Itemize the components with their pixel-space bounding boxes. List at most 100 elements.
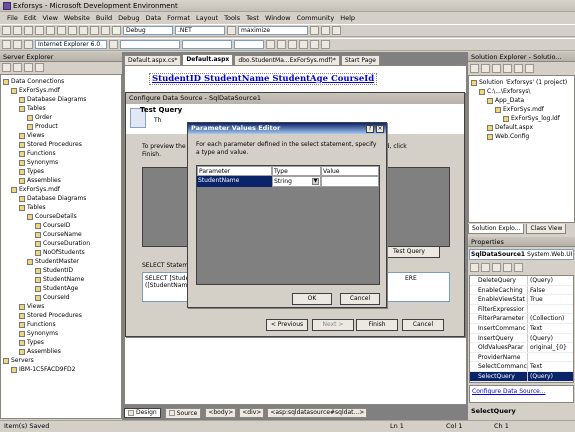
font-size-select[interactable] bbox=[234, 40, 264, 49]
server-explorer-tree-item[interactable]: StudentID bbox=[1, 266, 121, 275]
align-left-icon[interactable] bbox=[299, 40, 308, 49]
property-row[interactable]: EnableViewStat True bbox=[470, 295, 573, 305]
italic-icon[interactable] bbox=[13, 40, 22, 49]
server-explorer-tree-item[interactable]: Servers bbox=[1, 356, 121, 365]
ok-button[interactable]: OK bbox=[292, 293, 332, 305]
breadcrumb-item-0[interactable]: <body> bbox=[205, 407, 237, 418]
solution-tree-item[interactable]: Solution 'Exforsys' (1 project) bbox=[469, 78, 574, 87]
font-name-select[interactable] bbox=[182, 40, 232, 49]
view-designer-icon[interactable] bbox=[525, 64, 534, 73]
block-format-select[interactable] bbox=[120, 40, 180, 49]
server-explorer-tree-item[interactable]: Functions bbox=[1, 149, 121, 158]
parameter-grid[interactable]: Parameter Type Value StudentName String … bbox=[196, 165, 380, 285]
browser-select[interactable]: Internet Explorer 6.0 bbox=[35, 40, 107, 49]
start-debug-icon[interactable] bbox=[112, 26, 121, 35]
server-explorer-tree-item[interactable]: Data Connections bbox=[1, 77, 121, 86]
find-input[interactable]: maximize bbox=[238, 26, 308, 35]
find-icon[interactable] bbox=[227, 26, 236, 35]
property-row[interactable]: InsertQuery (Query) bbox=[470, 333, 573, 344]
align-right-icon[interactable] bbox=[321, 40, 330, 49]
help-icon[interactable]: ? bbox=[366, 125, 374, 133]
property-row[interactable]: FilterExpressior bbox=[470, 304, 573, 315]
validate-icon[interactable] bbox=[109, 40, 118, 49]
menu-website[interactable]: Website bbox=[64, 14, 90, 22]
menu-format[interactable]: Format bbox=[167, 14, 190, 22]
alphabetical-icon[interactable] bbox=[481, 263, 490, 272]
categorized-icon[interactable] bbox=[470, 263, 479, 272]
solution-explorer-icon[interactable] bbox=[310, 26, 319, 35]
new-project-icon[interactable] bbox=[2, 26, 11, 35]
properties-tb-icon[interactable] bbox=[470, 64, 479, 73]
view-in-browser-icon[interactable] bbox=[24, 40, 33, 49]
server-explorer-tree-item[interactable]: Order bbox=[1, 113, 121, 122]
server-explorer-tree-item[interactable]: IBM-1C5FACD9FD2 bbox=[1, 365, 121, 374]
menu-layout[interactable]: Layout bbox=[196, 14, 218, 22]
nest-files-icon[interactable] bbox=[503, 64, 512, 73]
doc-tab-3[interactable]: Start Page bbox=[340, 55, 380, 65]
open-file-icon[interactable] bbox=[24, 26, 33, 35]
design-tab[interactable]: Design bbox=[124, 407, 161, 418]
server-explorer-tree-item[interactable]: ExForSys.mdf bbox=[1, 185, 121, 194]
underline-icon[interactable] bbox=[288, 40, 297, 49]
menu-view[interactable]: View bbox=[42, 14, 57, 22]
server-explorer-tree-item[interactable]: Stored Procedures bbox=[1, 311, 121, 320]
view-code-icon[interactable] bbox=[514, 64, 523, 73]
solution-tree-item[interactable]: ExForSys.mdf bbox=[469, 105, 574, 114]
redo-icon[interactable] bbox=[101, 26, 110, 35]
solution-tree-item[interactable]: C:\...\Exforsys\ bbox=[469, 87, 574, 96]
test-query-button[interactable]: Test Query bbox=[378, 246, 440, 258]
server-explorer-tree-item[interactable]: Database Diagrams bbox=[1, 95, 121, 104]
properties-view-icon[interactable] bbox=[492, 263, 501, 272]
property-row[interactable]: InsertCommanc Text bbox=[470, 323, 573, 334]
events-icon[interactable] bbox=[503, 263, 512, 272]
server-explorer-tree-item[interactable]: StudentAge bbox=[1, 284, 121, 293]
server-explorer-tree-item[interactable]: StudentName bbox=[1, 275, 121, 284]
source-tab[interactable]: Source bbox=[164, 407, 202, 418]
property-row[interactable]: DeleteQuery (Query) bbox=[470, 276, 573, 286]
menu-help[interactable]: Help bbox=[340, 14, 355, 22]
server-explorer-tree-item[interactable]: CourseDuration bbox=[1, 239, 121, 248]
previous-button[interactable]: < Previous bbox=[266, 319, 308, 331]
property-row[interactable]: ProviderName bbox=[470, 352, 573, 363]
menu-tools[interactable]: Tools bbox=[224, 14, 240, 22]
stop-icon[interactable] bbox=[13, 63, 22, 72]
undo-icon[interactable] bbox=[90, 26, 99, 35]
menu-test[interactable]: Test bbox=[246, 14, 259, 22]
property-row[interactable]: OldValuesParar original_{0} bbox=[470, 343, 573, 353]
platform-select[interactable]: .NET bbox=[175, 26, 225, 35]
property-row[interactable]: EnableCaching False bbox=[470, 285, 573, 296]
tab-solution-explorer[interactable]: Solution Explo... bbox=[468, 224, 525, 234]
server-explorer-tree-item[interactable]: Stored Procedures bbox=[1, 140, 121, 149]
show-all-files-icon[interactable] bbox=[481, 64, 490, 73]
paste-icon[interactable] bbox=[79, 26, 88, 35]
server-explorer-tree-item[interactable]: Types bbox=[1, 167, 121, 176]
solution-tree-item[interactable]: Default.aspx bbox=[469, 123, 574, 132]
server-explorer-tree-item[interactable]: Database Diagrams bbox=[1, 194, 121, 203]
property-row[interactable]: SelectQuery (Query) bbox=[470, 371, 573, 382]
solution-tree-item[interactable]: Web.Config bbox=[469, 132, 574, 141]
config-select[interactable]: Debug bbox=[123, 26, 173, 35]
bold-text-icon[interactable] bbox=[266, 40, 275, 49]
server-explorer-tree-item[interactable]: Synonyms bbox=[1, 329, 121, 338]
menu-window[interactable]: Window bbox=[265, 14, 291, 22]
server-explorer-tree-item[interactable]: ExForSys.mdf bbox=[1, 86, 121, 95]
server-explorer-tree-item[interactable]: CourseId bbox=[1, 293, 121, 302]
breadcrumb-item-2[interactable]: <asp:sqldatasource#sqldat...> bbox=[267, 407, 368, 418]
chevron-down-icon[interactable]: ▼ bbox=[312, 178, 319, 185]
next-button[interactable]: Next > bbox=[312, 319, 354, 331]
param-cancel-button[interactable]: Cancel bbox=[340, 293, 380, 305]
server-explorer-tree-item[interactable]: CourseID bbox=[1, 221, 121, 230]
server-explorer-tree-item[interactable]: Assemblies bbox=[1, 176, 121, 185]
server-explorer-tree-item[interactable]: Types bbox=[1, 338, 121, 347]
close-icon[interactable]: × bbox=[376, 125, 384, 133]
connect-database-icon[interactable] bbox=[24, 63, 33, 72]
menu-data[interactable]: Data bbox=[146, 14, 162, 22]
menu-build[interactable]: Build bbox=[96, 14, 112, 22]
server-explorer-tree-item[interactable]: CourseName bbox=[1, 230, 121, 239]
properties-icon[interactable] bbox=[321, 26, 330, 35]
property-pages-icon[interactable] bbox=[514, 263, 523, 272]
toolbox-icon[interactable] bbox=[332, 26, 341, 35]
server-explorer-tree-item[interactable]: Tables bbox=[1, 104, 121, 113]
doc-tab-2[interactable]: dbo.StudentMa...ExForSys.mdf)* bbox=[234, 55, 340, 65]
server-explorer-tree-item[interactable]: CourseDetails bbox=[1, 212, 121, 221]
